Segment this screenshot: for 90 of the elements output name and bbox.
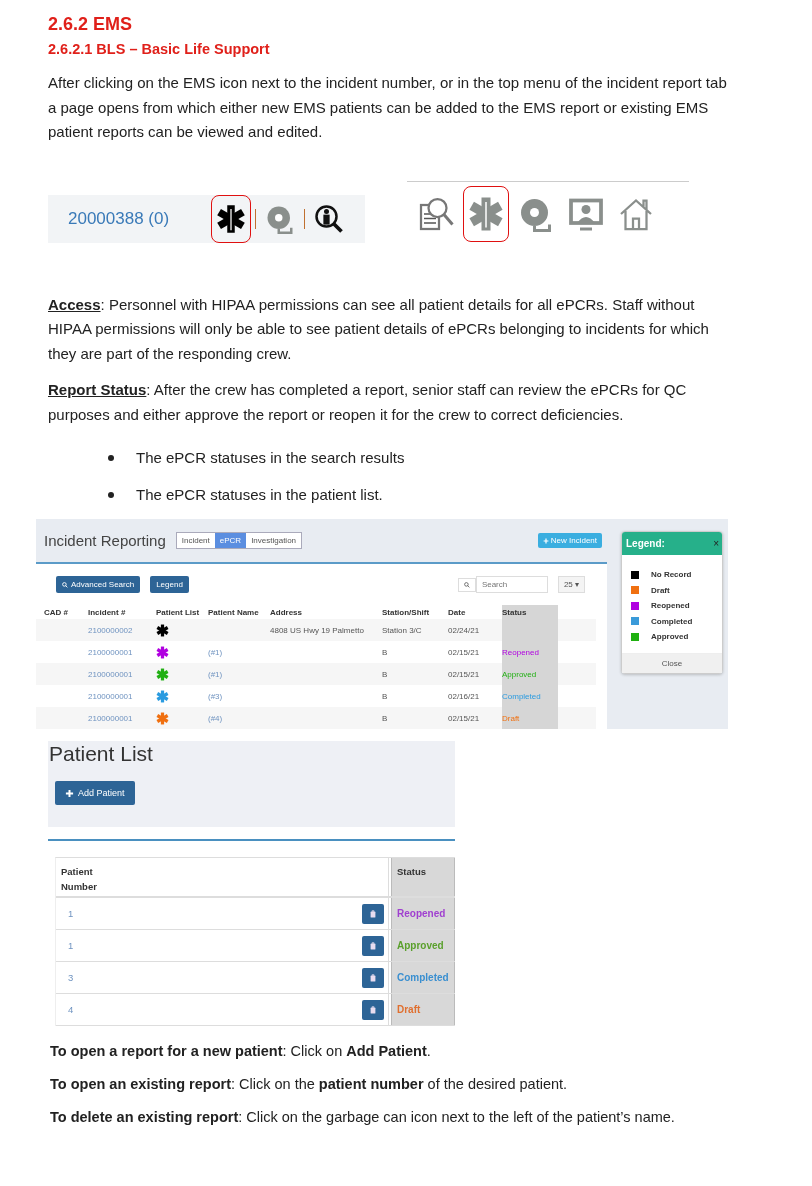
search-icon	[62, 581, 68, 588]
patient-number-link[interactable]: 4	[68, 1004, 74, 1015]
page-title: Patient List	[49, 741, 154, 767]
instruction-text: To open a report for a new patient: Click on Add Patient.	[50, 1042, 432, 1061]
status-text: Reopened	[397, 908, 446, 919]
advanced-search-button[interactable]: Advanced Search	[56, 576, 141, 593]
table-cell: B	[382, 713, 388, 723]
search-field[interactable]: Search	[475, 576, 548, 593]
status-text: Completed	[397, 972, 449, 983]
paragraph: Report Status: After the crew has completed a report, senior staff can review the ePCRs for QC purposes and either approve the report or reopen it for the crew to correct deficiencies.	[48, 380, 688, 425]
column-header: Patient Number	[61, 865, 98, 894]
instruction-text: To delete an existing report: Click on the garbage can icon next to the left of the patient’s name.	[50, 1108, 676, 1127]
status-text: Completed	[502, 691, 541, 701]
paragraph: Access: Personnel with HIPAA permissions can see all patient details for all ePCRs. Staff without HIPAA permissions will only be able to see patient details of ePCRs belonging to incidents for which they are part of the responding crew.	[48, 294, 710, 364]
table-cell: 02/15/21	[448, 713, 480, 723]
section-heading: 2.6.2 EMS	[48, 13, 134, 36]
status-text: Reopened	[502, 647, 539, 657]
column-header: CAD #	[44, 607, 68, 617]
star-of-life-icon[interactable]	[156, 645, 169, 659]
table-cell: 02/15/21	[448, 669, 480, 679]
patient-number-link[interactable]: 1	[68, 908, 74, 919]
page-size-dropdown[interactable]: 25 ▾	[557, 576, 585, 593]
table-cell: Station 3/C	[382, 625, 422, 635]
close-button[interactable]: Close	[661, 658, 683, 668]
new-incident-button[interactable]: New Incident	[537, 533, 602, 548]
patient-link[interactable]: (#1)	[208, 669, 223, 679]
column-header: Address	[270, 607, 302, 617]
delete-button[interactable]	[362, 999, 384, 1020]
star-of-life-icon[interactable]	[156, 689, 169, 703]
status-text: Draft	[397, 1004, 421, 1015]
page-title: Incident Reporting	[44, 532, 166, 549]
star-of-life-icon[interactable]	[463, 185, 509, 242]
trash-icon	[370, 1005, 376, 1014]
star-of-life-icon[interactable]	[211, 194, 252, 243]
bullet-text: The ePCR statuses in the patient list.	[136, 486, 383, 503]
tab[interactable]: Investigation	[246, 533, 302, 548]
patient-number-link[interactable]: 1	[68, 940, 74, 951]
legend-title: Legend:	[626, 538, 665, 549]
instruction-text: To open an existing report: Click on the patient number of the desired patient.	[50, 1075, 569, 1094]
column-header: Patient List	[156, 607, 200, 617]
delete-button[interactable]	[362, 935, 384, 956]
legend-label: No Record	[651, 570, 692, 580]
subsection-heading: 2.6.2.1 BLS – Basic Life Support	[48, 41, 271, 57]
plus-icon	[542, 537, 549, 544]
bullet-icon	[108, 454, 114, 461]
incident-link[interactable]: 2100000001	[88, 647, 133, 657]
plus-icon	[65, 788, 74, 798]
star-of-life-icon[interactable]	[156, 667, 169, 681]
trash-icon	[370, 941, 376, 950]
intro-paragraph: After clicking on the EMS icon next to the incident number, or in the top menu of the incident report tab a page opens from which either new EMS patients can be added to the EMS report or existing EMS patient reports can be viewed and edited.	[48, 73, 728, 142]
patient-link[interactable]: (#4)	[208, 713, 223, 723]
star-of-life-icon[interactable]	[156, 711, 169, 725]
table-cell: 02/16/21	[448, 691, 480, 701]
table-cell: 4808 US Hwy 19 Palmetto	[270, 625, 364, 635]
column-header: Date	[448, 607, 466, 617]
legend-button[interactable]: Legend	[150, 576, 189, 593]
table-cell: 02/15/21	[448, 647, 480, 657]
incident-number[interactable]: 20000388 (0)	[68, 208, 170, 229]
incident-link[interactable]: 2100000001	[88, 691, 133, 701]
legend-label: Completed	[651, 616, 693, 626]
bullet-icon	[108, 491, 114, 498]
column-header: Status	[397, 865, 428, 879]
delete-button[interactable]	[362, 967, 384, 988]
column-header: Station/Shift	[382, 607, 430, 617]
trash-icon	[370, 973, 376, 982]
add-patient-button[interactable]: Add Patient	[55, 781, 135, 805]
legend-label: Approved	[651, 632, 689, 642]
table-cell: B	[382, 647, 388, 657]
patient-link[interactable]: (#3)	[208, 691, 223, 701]
patient-link[interactable]: (#1)	[208, 647, 223, 657]
patient-number-link[interactable]: 3	[68, 972, 74, 983]
delete-button[interactable]	[362, 903, 384, 924]
legend-label: Reopened	[651, 601, 690, 611]
column-header: Patient Name	[208, 607, 259, 617]
star-of-life-icon[interactable]	[156, 623, 169, 637]
status-text: Draft	[502, 713, 520, 723]
tab[interactable]: ePCR	[214, 533, 247, 548]
trash-icon	[370, 909, 376, 918]
table-cell: B	[382, 691, 388, 701]
column-header: Status	[502, 607, 527, 617]
column-header: Incident #	[88, 607, 126, 617]
status-text: Approved	[502, 669, 537, 679]
status-text: Approved	[397, 940, 444, 951]
legend-label: Draft	[651, 585, 670, 595]
table-cell: 02/24/21	[448, 625, 480, 635]
search-icon	[463, 581, 470, 588]
bullet-text: The ePCR statuses in the search results	[136, 449, 405, 466]
close-icon[interactable]: ×	[713, 538, 719, 549]
tab[interactable]: Incident	[176, 533, 215, 548]
table-cell: B	[382, 669, 388, 679]
